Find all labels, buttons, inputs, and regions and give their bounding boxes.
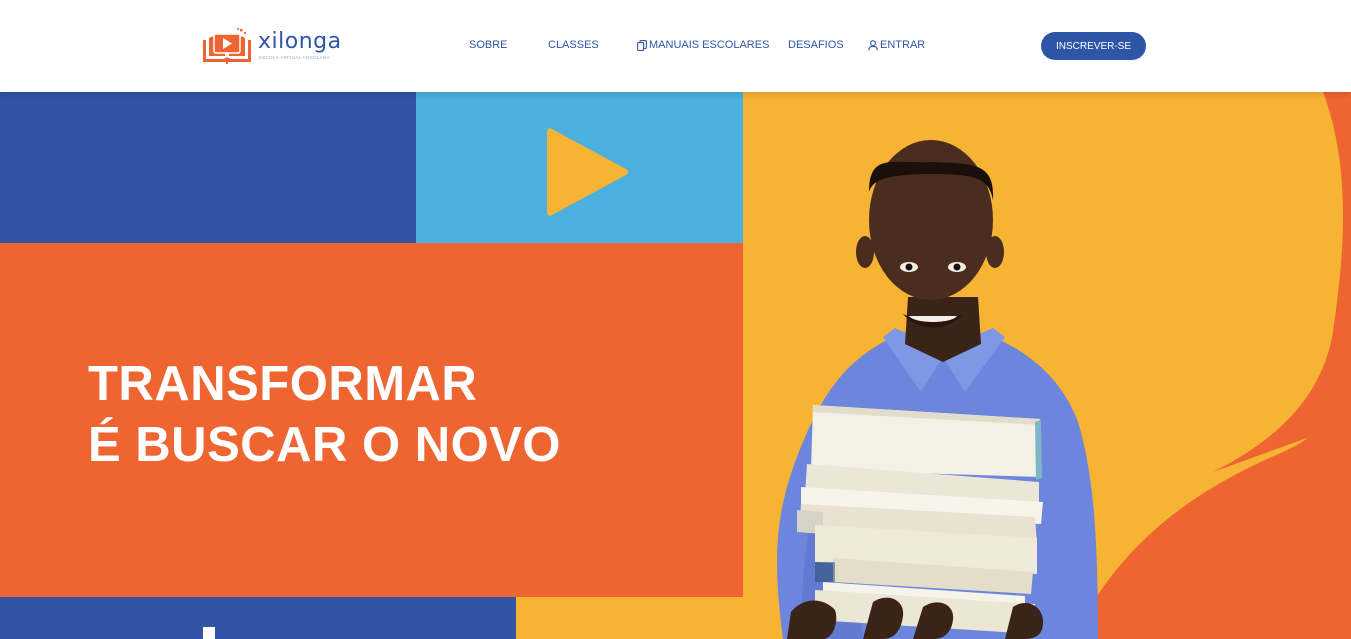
headline-line-2: É BUSCAR O NOVO: [88, 418, 562, 472]
blue-block-bottom-left: [0, 597, 516, 639]
signup-button[interactable]: INSCREVER-SE: [1041, 32, 1146, 60]
hero-section: TRANSFORMAR É BUSCAR O NOVO: [0, 92, 1351, 639]
nav-manuais-label: MANUAIS ESCOLARES: [649, 39, 770, 51]
nav-classes[interactable]: CLASSES: [548, 39, 599, 51]
brand-tagline: ESCOLA VIRTUAL ANGOLANA: [259, 55, 330, 60]
nav-manuais-escolares[interactable]: MANUAIS ESCOLARES: [637, 39, 769, 51]
nav-desafios[interactable]: DESAFIOS: [788, 39, 844, 51]
copy-icon: [637, 39, 647, 51]
main-nav: SOBRE CLASSES MANUAIS ESCOLARES DESAFIOS…: [0, 39, 1351, 53]
user-icon: [868, 39, 878, 50]
student-with-books-image: [743, 92, 1351, 639]
headline-line-1: TRANSFORMAR: [88, 357, 478, 411]
bottom-text-fragment: [203, 627, 215, 639]
nav-entrar-label: ENTRAR: [880, 39, 926, 51]
hero-headline: TRANSFORMAR É BUSCAR O NOVO: [88, 354, 561, 476]
blue-block-top-left: [0, 92, 416, 243]
books-stack: [797, 405, 1043, 634]
site-header: xilonga ESCOLA VIRTUAL ANGOLANA SOBRE CL…: [0, 0, 1351, 92]
nav-sobre[interactable]: SOBRE: [469, 39, 508, 51]
yellow-block-bottom: [516, 597, 743, 639]
nav-entrar[interactable]: ENTRAR: [868, 39, 925, 51]
hero-image-panel: [743, 92, 1351, 639]
play-icon[interactable]: [546, 125, 632, 219]
